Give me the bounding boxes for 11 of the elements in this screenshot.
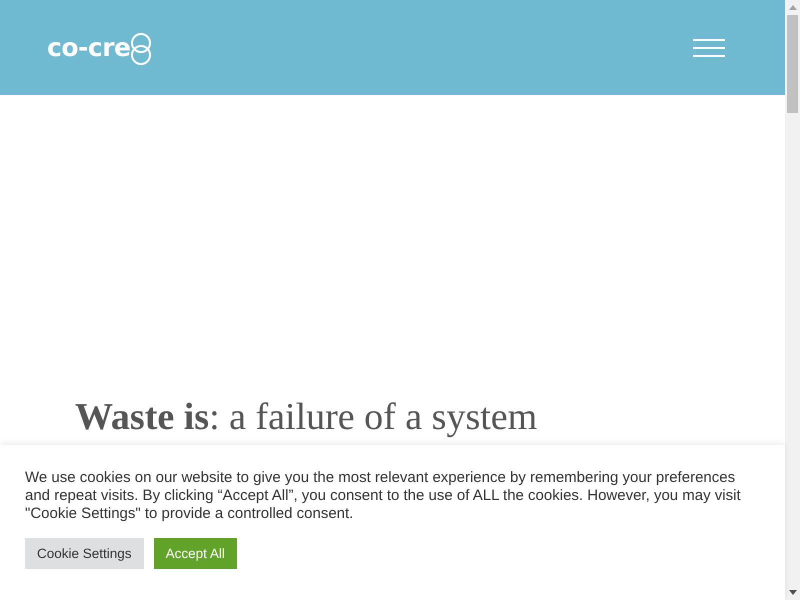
scrollbar-thumb[interactable] — [787, 15, 798, 113]
scroll-up-icon[interactable] — [788, 5, 796, 10]
scrollbar[interactable] — [785, 0, 800, 600]
scroll-down-icon[interactable] — [788, 590, 796, 595]
rings-logo-icon — [130, 32, 152, 64]
cookie-settings-button[interactable]: Cookie Settings — [25, 538, 144, 569]
page-heading: Waste is: a failure of a system — [75, 395, 538, 440]
menu-icon[interactable] — [693, 38, 725, 56]
accept-all-button[interactable]: Accept All — [154, 538, 237, 569]
logo-text[interactable]: co-cre — [47, 33, 130, 62]
cookie-message: We use cookies on our website to give you the most relevant experience by remembering your preferences and repeat visits. By clicking “Accept All”, you consent to the use of ALL the cookies. However, you may visit "Cookie Settings" to provide a controlled consent. — [25, 469, 742, 523]
